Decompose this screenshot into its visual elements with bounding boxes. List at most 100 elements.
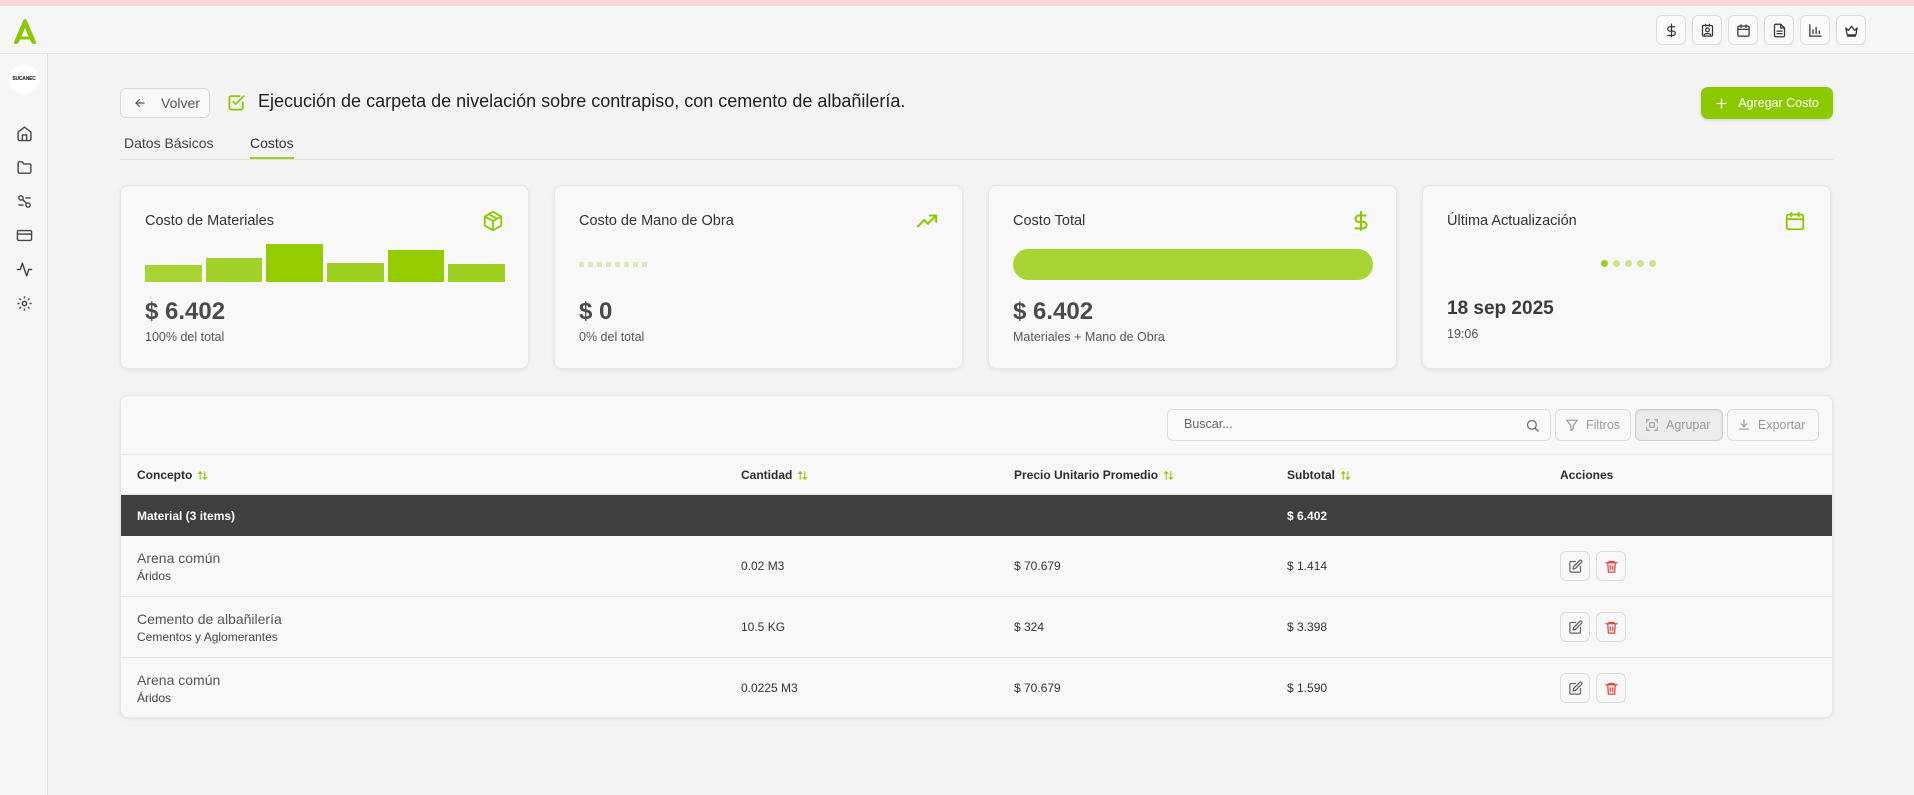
edit-button[interactable]	[1560, 673, 1590, 703]
edit-button[interactable]	[1560, 612, 1590, 642]
card-value: $ 6.402	[1013, 298, 1094, 325]
materials-cost-card: Costo de Materiales $ 6.402 100% del tot…	[120, 185, 529, 369]
group-label: Material (3 items)	[137, 509, 236, 523]
materials-mini-chart	[145, 244, 506, 282]
activity-icon[interactable]	[15, 260, 33, 278]
column-concepto[interactable]: Concepto	[137, 468, 208, 482]
card-subtitle: 100% del total	[145, 330, 225, 344]
mini-bar	[327, 263, 384, 282]
card-title: Última Actualización	[1447, 213, 1577, 229]
card-title: Costo de Mano de Obra	[579, 213, 734, 229]
tab-datos-basicos[interactable]: Datos Básicos	[124, 135, 213, 157]
activity-dots	[1601, 260, 1656, 267]
row-subtotal: $ 1.414	[1287, 559, 1328, 573]
row-concept: Arena común	[137, 672, 221, 688]
tools-icon[interactable]	[15, 192, 33, 210]
group-button[interactable]: Agrupar	[1635, 409, 1723, 441]
edit-icon	[1568, 681, 1582, 695]
app-logo[interactable]	[10, 16, 40, 46]
export-label: Exportar	[1758, 418, 1806, 432]
delete-button[interactable]	[1596, 612, 1626, 642]
column-precio-unitario[interactable]: Precio Unitario Promedio	[1014, 468, 1174, 482]
column-cantidad[interactable]: Cantidad	[741, 468, 808, 482]
row-subtotal: $ 3.398	[1287, 620, 1328, 634]
box-icon	[482, 210, 504, 232]
total-progress-bar	[1013, 249, 1373, 280]
mini-bar	[266, 244, 324, 282]
labor-cost-card: Costo de Mano de Obra $ 0 0% del total	[554, 185, 963, 369]
filter-icon	[1566, 419, 1578, 431]
costs-table-card: Filtros Agrupar Exportar Concepto Cantid…	[120, 395, 1833, 718]
row-quantity: 10.5 KG	[741, 620, 786, 634]
filters-label: Filtros	[1586, 418, 1621, 432]
row-quantity: 0.02 M3	[741, 559, 785, 573]
brand-avatar[interactable]: SUCANEC	[9, 64, 39, 94]
contact-icon[interactable]	[1692, 15, 1722, 45]
sidebar: SUCANEC	[0, 54, 48, 795]
mini-bar	[205, 258, 263, 282]
row-quantity: 0.0225 M3	[741, 681, 798, 695]
card-icon[interactable]	[15, 226, 33, 244]
tab-bar: Datos Básicos Costos	[120, 130, 1833, 160]
download-icon	[1738, 419, 1750, 430]
column-label: Acciones	[1560, 468, 1614, 482]
calendar-icon	[1784, 210, 1806, 232]
dollar-icon	[1350, 210, 1372, 232]
trash-icon	[1604, 621, 1618, 634]
tab-costos[interactable]: Costos	[250, 135, 294, 159]
column-label: Cantidad	[741, 468, 793, 482]
brand-avatar-text: SUCANEC	[12, 76, 36, 82]
document-icon[interactable]	[1764, 15, 1794, 45]
row-category: Áridos	[137, 691, 172, 705]
export-button[interactable]: Exportar	[1727, 409, 1819, 441]
filters-button[interactable]: Filtros	[1555, 409, 1631, 441]
row-subtotal: $ 1.590	[1287, 681, 1328, 695]
search-icon	[1526, 419, 1539, 432]
trash-icon	[1604, 560, 1618, 573]
group-label: Agrupar	[1666, 418, 1711, 432]
column-subtotal[interactable]: Subtotal	[1287, 468, 1351, 482]
trash-icon	[1604, 682, 1618, 695]
card-subtitle: 0% del total	[579, 330, 645, 344]
settings-icon[interactable]	[15, 294, 33, 312]
sort-icon[interactable]	[1340, 470, 1351, 481]
card-title: Costo de Materiales	[145, 213, 274, 229]
add-cost-button[interactable]: Agregar Costo	[1701, 87, 1833, 119]
top-bar	[0, 6, 1914, 54]
row-concept: Arena común	[137, 550, 221, 566]
group-subtotal: $ 6.402	[1287, 509, 1328, 523]
add-cost-label: Agregar Costo	[1738, 96, 1819, 110]
row-concept: Cemento de albañilería	[137, 611, 282, 627]
column-label: Concepto	[137, 468, 193, 482]
delete-button[interactable]	[1596, 673, 1626, 703]
delete-button[interactable]	[1596, 551, 1626, 581]
card-subtitle: Materiales + Mano de Obra	[1013, 330, 1165, 344]
back-button[interactable]: Volver	[120, 88, 210, 118]
mini-bar	[448, 264, 506, 282]
edit-icon	[1568, 620, 1582, 634]
last-update-card: Última Actualización 18 sep 2025 19:06	[1422, 185, 1831, 369]
home-icon[interactable]	[15, 124, 33, 142]
back-label: Volver	[161, 95, 200, 111]
crown-icon[interactable]	[1836, 15, 1866, 45]
mini-bar	[387, 249, 445, 282]
row-category: Áridos	[137, 569, 172, 583]
sort-icon[interactable]	[1163, 470, 1174, 481]
search-field[interactable]	[1167, 409, 1551, 441]
group-icon	[1646, 419, 1658, 431]
sort-icon[interactable]	[197, 470, 208, 481]
folder-icon[interactable]	[15, 158, 33, 176]
group-row-material[interactable]: Material (3 items) $ 6.402	[121, 495, 1832, 536]
row-unit-price: $ 70.679	[1014, 559, 1061, 573]
column-label: Subtotal	[1287, 468, 1335, 482]
update-time: 19:06	[1447, 327, 1479, 341]
row-unit-price: $ 324	[1014, 620, 1045, 634]
chart-icon[interactable]	[1800, 15, 1830, 45]
dollar-icon[interactable]	[1656, 15, 1686, 45]
search-input[interactable]	[1184, 417, 1514, 431]
sort-icon[interactable]	[797, 470, 808, 481]
calendar-icon[interactable]	[1728, 15, 1758, 45]
card-value: $ 0	[579, 298, 613, 325]
card-title: Costo Total	[1013, 213, 1086, 229]
edit-button[interactable]	[1560, 551, 1590, 581]
